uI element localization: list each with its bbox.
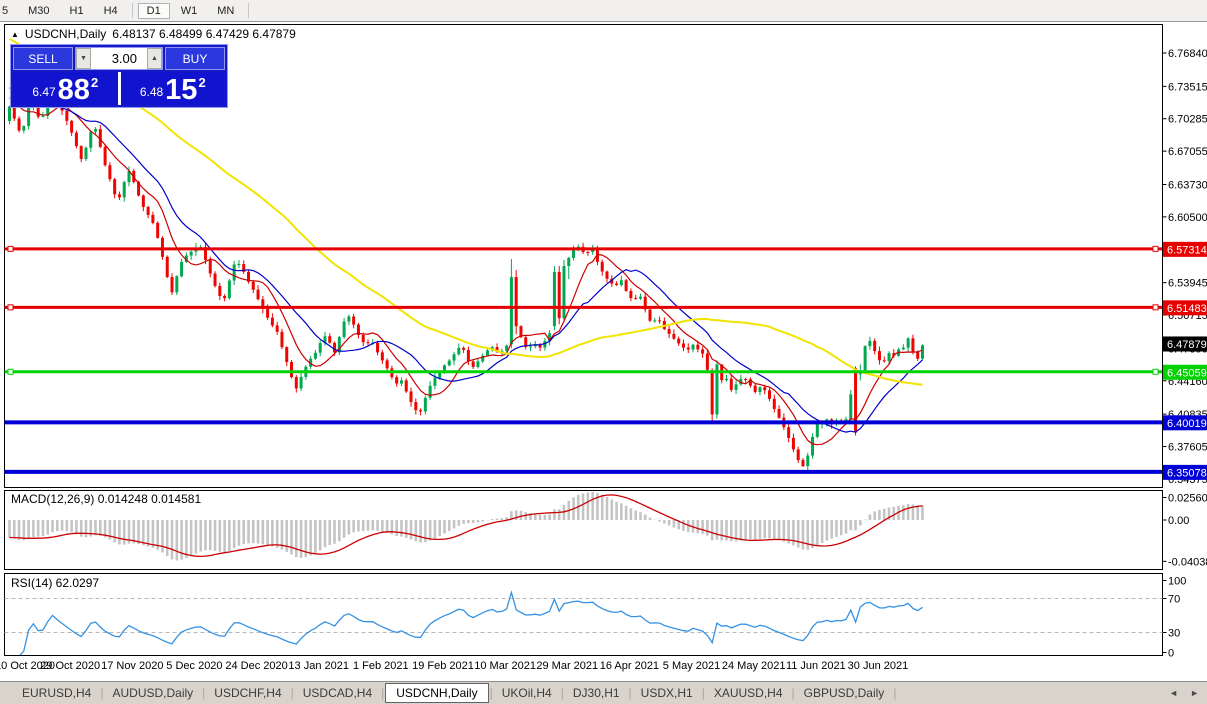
toolbar-separator — [248, 3, 249, 18]
tab-separator: | — [100, 686, 103, 700]
rsi-tick-label: 70 — [1168, 594, 1180, 606]
timeframe-button-d1[interactable]: D1 — [138, 3, 170, 19]
date-tick-label[interactable]: 24 May 2021 — [722, 660, 786, 672]
date-tick-label[interactable]: 11 Jun 2021 — [786, 660, 846, 672]
volume-decrease-button[interactable]: ▼ — [76, 48, 91, 69]
date-tick-label[interactable]: 17 Nov 2020 — [101, 660, 163, 672]
toolbar-separator — [132, 3, 133, 18]
chart-tab-eurusd[interactable]: EURUSD,H4 — [14, 684, 99, 702]
date-tick-label[interactable]: 5 May 2021 — [663, 660, 720, 672]
date-tick-label[interactable]: 30 Jun 2021 — [848, 660, 909, 672]
sell-button[interactable]: SELL — [13, 47, 73, 70]
tab-separator: | — [629, 686, 632, 700]
chart-tab-gbpusd[interactable]: GBPUSD,Daily — [796, 684, 893, 702]
hline-handle[interactable] — [1153, 369, 1158, 374]
chart-tab-audusd[interactable]: AUDUSD,Daily — [104, 684, 201, 702]
bid-price-prefix: 6.47 — [32, 85, 55, 99]
bid-price-display[interactable]: 6.47 88 2 — [13, 72, 118, 105]
price-badge-label: 6.40019 — [1167, 418, 1207, 430]
timeframe-button-h4[interactable]: H4 — [95, 3, 127, 19]
hline-handle[interactable] — [8, 305, 13, 310]
chart-tab-usdx[interactable]: USDX,H1 — [633, 684, 701, 702]
price-tick-label: 6.70285 — [1168, 114, 1207, 126]
chart-tab-usdcnh[interactable]: USDCNH,Daily — [385, 683, 488, 703]
rsi-tick-label: 30 — [1168, 628, 1180, 640]
date-tick-label[interactable]: 29 Oct 2020 — [40, 660, 100, 672]
tab-separator: | — [202, 686, 205, 700]
tab-scroll-left-icon[interactable]: ◄ — [1169, 688, 1178, 698]
price-tick-label: 6.37605 — [1168, 442, 1207, 454]
hline-handle[interactable] — [1153, 305, 1158, 310]
price-badge-label: 6.47879 — [1167, 339, 1207, 351]
macd-tick-label: -0.040386 — [1168, 556, 1207, 568]
date-tick-label[interactable]: 1 Feb 2021 — [353, 660, 409, 672]
rsi-pane[interactable] — [5, 574, 1163, 656]
price-tick-label: 6.60500 — [1168, 212, 1207, 224]
price-tick-label: 6.76840 — [1168, 48, 1207, 60]
ask-price-pips: 15 — [165, 77, 197, 103]
date-tick-label[interactable]: 5 Dec 2020 — [166, 660, 222, 672]
collapse-panel-icon[interactable]: ▲ — [11, 30, 19, 39]
bid-price-point: 2 — [91, 75, 98, 90]
tab-separator: | — [490, 686, 493, 700]
hline-handle[interactable] — [1153, 246, 1158, 251]
timeframe-button-mn[interactable]: MN — [208, 3, 243, 19]
volume-input[interactable]: 3.00 — [91, 48, 147, 69]
price-badge-label: 6.35078 — [1167, 467, 1207, 479]
chart-title: ▲ USDCNH,Daily 6.48137 6.48499 6.47429 6… — [11, 27, 296, 41]
date-tick-label[interactable]: 29 Mar 2021 — [536, 660, 598, 672]
price-tick-label: 6.67055 — [1168, 146, 1207, 158]
hline-handle[interactable] — [8, 246, 13, 251]
ask-price-prefix: 6.48 — [140, 85, 163, 99]
chart-tab-usdchf[interactable]: USDCHF,H4 — [206, 684, 289, 702]
one-click-trading-panel: SELL ▼ 3.00 ▲ BUY 6.47 88 2 6.48 15 2 — [10, 44, 228, 108]
date-tick-label[interactable]: 13 Jan 2021 — [288, 660, 349, 672]
price-badge-label: 6.45059 — [1167, 367, 1207, 379]
chart-tab-ukoil[interactable]: UKOil,H4 — [494, 684, 560, 702]
ask-price-point: 2 — [198, 75, 205, 90]
tab-separator: | — [893, 686, 896, 700]
buy-button[interactable]: BUY — [165, 47, 225, 70]
tab-scroll-arrows: ◄► — [1169, 688, 1199, 698]
hline-handle[interactable] — [8, 369, 13, 374]
ask-price-display[interactable]: 6.48 15 2 — [121, 72, 226, 105]
tab-separator: | — [291, 686, 294, 700]
price-badge-label: 6.57314 — [1167, 244, 1207, 256]
timeframe-toolbar: 5M30H1H4 D1W1MN — [0, 0, 1207, 22]
price-tick-label: 6.73515 — [1168, 81, 1207, 93]
tab-separator: | — [381, 686, 384, 700]
chart-tab-bar: EURUSD,H4|AUDUSD,Daily|USDCHF,H4|USDCAD,… — [0, 681, 1207, 704]
price-badge-label: 6.51483 — [1167, 303, 1207, 315]
timeframe-button-w1[interactable]: W1 — [172, 3, 207, 19]
date-tick-label[interactable]: 10 Mar 2021 — [474, 660, 536, 672]
rsi-indicator-label: RSI(14) 62.0297 — [11, 576, 99, 590]
timeframe-button-m30[interactable]: M30 — [19, 3, 58, 19]
chart-symbol-period: USDCNH,Daily — [25, 27, 106, 41]
date-tick-label[interactable]: 24 Dec 2020 — [225, 660, 287, 672]
volume-increase-button[interactable]: ▲ — [147, 48, 162, 69]
rsi-tick-label: 100 — [1168, 576, 1186, 588]
tab-scroll-right-icon[interactable]: ► — [1190, 688, 1199, 698]
tab-separator: | — [702, 686, 705, 700]
tab-separator: | — [792, 686, 795, 700]
tab-separator: | — [561, 686, 564, 700]
volume-stepper: ▼ 3.00 ▲ — [75, 47, 163, 70]
date-tick-label[interactable]: 19 Feb 2021 — [412, 660, 474, 672]
date-tick-label[interactable]: 16 Apr 2021 — [600, 660, 659, 672]
timeframe-button-5[interactable]: 5 — [0, 3, 17, 19]
macd-tick-label: 0.00 — [1168, 515, 1189, 527]
rsi-tick-label: 0 — [1168, 648, 1174, 660]
chart-tab-xauusd[interactable]: XAUUSD,H4 — [706, 684, 791, 702]
chart-tab-dj30[interactable]: DJ30,H1 — [565, 684, 628, 702]
chart-ohlc-values: 6.48137 6.48499 6.47429 6.47879 — [112, 27, 296, 41]
price-tick-label: 6.63730 — [1168, 179, 1207, 191]
price-tick-label: 6.53945 — [1168, 278, 1207, 290]
timeframe-button-h1[interactable]: H1 — [61, 3, 93, 19]
chart-tab-usdcad[interactable]: USDCAD,H4 — [295, 684, 380, 702]
macd-tick-label: 0.025609 — [1168, 493, 1207, 505]
macd-indicator-label: MACD(12,26,9) 0.014248 0.014581 — [11, 492, 201, 506]
bid-price-pips: 88 — [58, 77, 90, 103]
